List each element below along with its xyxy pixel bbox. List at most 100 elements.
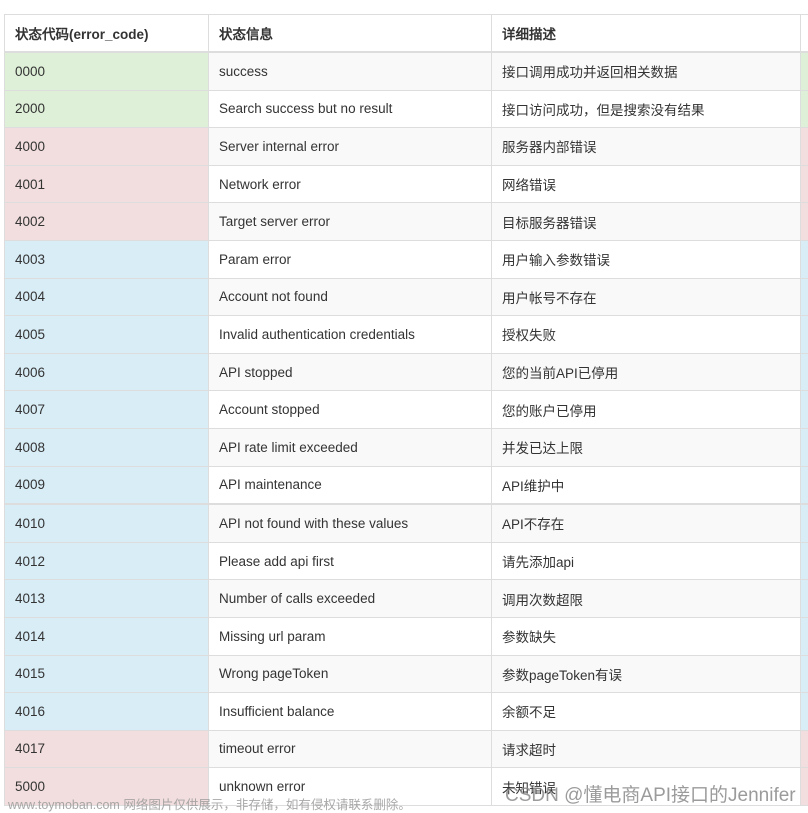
code-cell: 4014 [5,617,209,655]
status-edge-cell [801,693,808,731]
code-cell: 4009 [5,466,209,504]
message-cell: Please add api first [209,542,492,580]
watermark-site: www.toymoban.com 网络图片仅供展示，非存储，如有侵权请联系删除。 [8,794,411,813]
status-edge-cell [801,203,808,241]
description-cell: 参数pageToken有误 [492,655,801,693]
code-cell: 0000 [5,52,209,90]
status-edge-cell [801,353,808,391]
status-edge-cell [801,316,808,354]
code-cell: 4016 [5,693,209,731]
description-cell: 目标服务器错误 [492,203,801,241]
table-row: 4012Please add api first请先添加api [5,542,808,580]
message-cell: Server internal error [209,128,492,166]
message-cell: Network error [209,165,492,203]
description-cell: 余额不足 [492,693,801,731]
description-cell: 授权失败 [492,316,801,354]
code-cell: 2000 [5,90,209,128]
message-cell: Target server error [209,203,492,241]
status-edge-cell [801,542,808,580]
description-cell: 用户帐号不存在 [492,278,801,316]
table-row: 4003Param error用户输入参数错误 [5,240,808,278]
table-row: 4006API stopped您的当前API已停用 [5,353,808,391]
table-row: 0000success接口调用成功并返回相关数据 [5,52,808,90]
message-cell: API maintenance [209,466,492,504]
table-row: 4008API rate limit exceeded并发已达上限 [5,428,808,466]
status-edge-cell [801,617,808,655]
description-cell: 用户输入参数错误 [492,240,801,278]
status-edge-cell [801,655,808,693]
status-edge-cell [801,90,808,128]
message-cell: Account not found [209,278,492,316]
table-row: 4002Target server error目标服务器错误 [5,203,808,241]
header-extra-column [801,15,808,53]
description-cell: 接口调用成功并返回相关数据 [492,52,801,90]
code-cell: 4003 [5,240,209,278]
code-cell: 4005 [5,316,209,354]
status-edge-cell [801,504,808,542]
table-row: 4009API maintenanceAPI维护中 [5,466,808,504]
error-code-table-container: 状态代码(error_code) 状态信息 详细描述 0000success接口… [4,14,808,806]
code-cell: 4000 [5,128,209,166]
message-cell: timeout error [209,730,492,768]
status-edge-cell [801,278,808,316]
status-edge-cell [801,768,808,806]
description-cell: 参数缺失 [492,617,801,655]
message-cell: Account stopped [209,391,492,429]
description-cell: 调用次数超限 [492,580,801,618]
table-row: 4017timeout error请求超时 [5,730,808,768]
message-cell: success [209,52,492,90]
code-cell: 4006 [5,353,209,391]
table-row: 4013Number of calls exceeded调用次数超限 [5,580,808,618]
message-cell: Number of calls exceeded [209,580,492,618]
description-cell: API不存在 [492,504,801,542]
table-row: 4010API not found with these valuesAPI不存… [5,504,808,542]
status-edge-cell [801,165,808,203]
message-cell: API stopped [209,353,492,391]
header-description: 详细描述 [492,15,801,53]
table-row: 4004Account not found用户帐号不存在 [5,278,808,316]
description-cell: 请先添加api [492,542,801,580]
code-cell: 4015 [5,655,209,693]
header-error-code: 状态代码(error_code) [5,15,209,53]
description-cell: API维护中 [492,466,801,504]
table-row: 4005Invalid authentication credentials授权… [5,316,808,354]
table-row: 2000Search success but no result接口访问成功，但… [5,90,808,128]
status-edge-cell [801,428,808,466]
status-edge-cell [801,240,808,278]
status-edge-cell [801,580,808,618]
code-cell: 4002 [5,203,209,241]
message-cell: API rate limit exceeded [209,428,492,466]
header-status-message: 状态信息 [209,15,492,53]
code-cell: 4004 [5,278,209,316]
status-edge-cell [801,391,808,429]
description-cell: 您的账户已停用 [492,391,801,429]
table-row: 4015Wrong pageToken参数pageToken有误 [5,655,808,693]
description-cell: 服务器内部错误 [492,128,801,166]
message-cell: Insufficient balance [209,693,492,731]
description-cell: 请求超时 [492,730,801,768]
watermark-author: CSDN @懂电商API接口的Jennifer [505,780,796,807]
code-cell: 4017 [5,730,209,768]
code-cell: 4010 [5,504,209,542]
status-edge-cell [801,52,808,90]
status-edge-cell [801,730,808,768]
status-edge-cell [801,128,808,166]
table-header-row: 状态代码(error_code) 状态信息 详细描述 [5,15,808,53]
message-cell: Wrong pageToken [209,655,492,693]
code-cell: 4013 [5,580,209,618]
message-cell: Search success but no result [209,90,492,128]
message-cell: Missing url param [209,617,492,655]
table-row: 4001Network error网络错误 [5,165,808,203]
message-cell: Invalid authentication credentials [209,316,492,354]
description-cell: 接口访问成功，但是搜索没有结果 [492,90,801,128]
code-cell: 4008 [5,428,209,466]
code-cell: 4001 [5,165,209,203]
table-row: 4016Insufficient balance余额不足 [5,693,808,731]
table-row: 4014Missing url param参数缺失 [5,617,808,655]
table-row: 4007Account stopped您的账户已停用 [5,391,808,429]
description-cell: 并发已达上限 [492,428,801,466]
message-cell: API not found with these values [209,504,492,542]
status-edge-cell [801,466,808,504]
error-code-table: 状态代码(error_code) 状态信息 详细描述 0000success接口… [4,14,808,806]
code-cell: 4012 [5,542,209,580]
